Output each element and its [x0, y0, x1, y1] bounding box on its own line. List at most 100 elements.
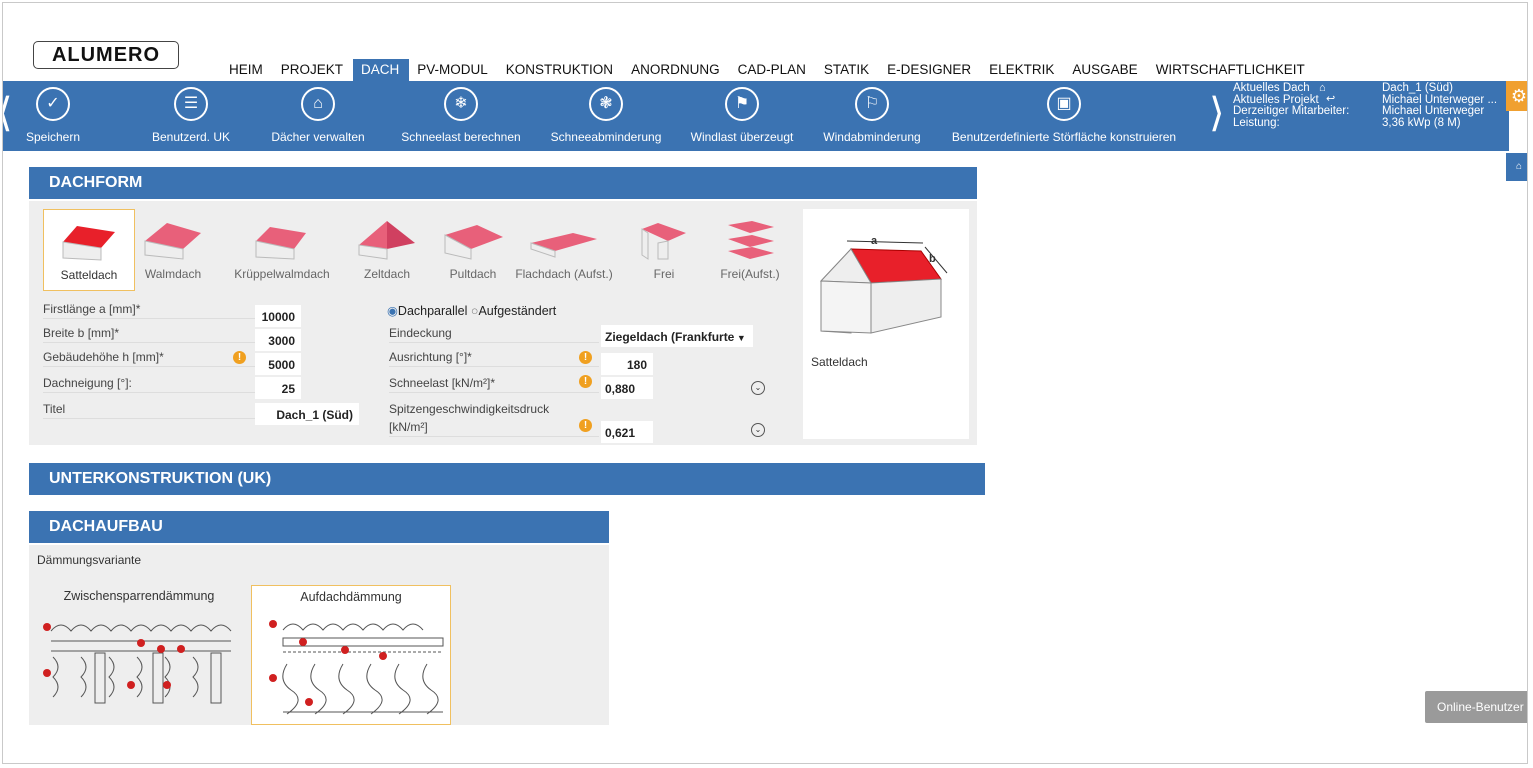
input-titel[interactable]: Dach_1 (Süd)	[255, 403, 359, 425]
label-schneelast: Schneelast [kN/m²]*	[389, 373, 599, 393]
check-icon: ✓	[36, 87, 70, 121]
nav-tab-ausgabe[interactable]: AUSGABE	[1064, 59, 1147, 81]
roof-type-kruppelwalmdach[interactable]: Krüppelwalmdach	[227, 209, 337, 291]
nav-tab-pv-modul[interactable]: PV-MODUL	[409, 59, 498, 81]
satteldach-preview-image	[819, 240, 948, 334]
dim-b-label: b	[929, 253, 936, 265]
toolbar-prev-chevron-icon[interactable]: ⟨	[3, 93, 13, 133]
satteldach-icon	[62, 226, 115, 261]
flachdach-icon	[530, 233, 597, 258]
roof-type-frei-aufst[interactable]: Frei(Aufst.)	[707, 209, 793, 291]
snow-reduction-button[interactable]: ❃ Schneeabminderung	[543, 87, 669, 144]
daemmung-subtitle: Dämmungsvariante	[37, 553, 142, 567]
info-icon[interactable]: !	[579, 419, 592, 432]
settings-gear-icon[interactable]: ⚙	[1506, 81, 1527, 111]
info-icon[interactable]: !	[579, 351, 592, 364]
nav-tab-statik[interactable]: STATIK	[816, 59, 879, 81]
wind-reduction-button[interactable]: ⚐ Windabminderung	[815, 87, 929, 144]
info-label-roof: Aktuelles Dach	[1233, 82, 1310, 94]
nav-tab-elektrik[interactable]: ELEKTRIK	[981, 59, 1064, 81]
info-value-roof: Dach_1 (Süd)	[1382, 82, 1453, 94]
roof-switch-icon[interactable]: ⌂	[1319, 82, 1326, 95]
zeltdach-icon	[358, 221, 415, 260]
dim-a-label: a	[871, 235, 878, 247]
nav-tab-dach[interactable]: DACH	[353, 59, 410, 81]
dachform-panel: Satteldach Walmdach Krüppelwalmdach Zelt…	[29, 201, 977, 445]
wind-load-button[interactable]: ⚑ Windlast überzeugt	[683, 87, 801, 144]
nav-tab-wirtschaftlichkeit[interactable]: WIRTSCHAFTLICHKEIT	[1148, 59, 1315, 81]
square-icon: ▣	[1047, 87, 1081, 121]
label-eindeckung: Eindeckung	[389, 323, 599, 343]
save-button[interactable]: ✓ Speichern	[21, 87, 85, 144]
roof-type-zeltdach[interactable]: Zeltdach	[341, 209, 433, 291]
variant-aufdach[interactable]: Aufdachdämmung	[251, 585, 451, 725]
label-ausrichtung: Ausrichtung [°]*	[389, 347, 599, 367]
side-roof-icon[interactable]: ⌂	[1506, 153, 1527, 181]
dachaufbau-panel: Dämmungsvariante Zwischensparrendämmung …	[29, 545, 609, 725]
input-spitzendruck[interactable]: 0,621	[601, 421, 653, 443]
custom-obstacle-button[interactable]: ▣ Benutzerdefinierte Störfläche konstrui…	[941, 87, 1187, 144]
aufdach-diagram	[269, 620, 444, 715]
pultdach-icon	[444, 225, 503, 260]
mount-radio-group: ◉Dachparallel ○Aufgeständert	[387, 304, 557, 318]
input-ausrichtung[interactable]: 180	[601, 353, 653, 375]
roof-preview-label: Satteldach	[811, 355, 868, 369]
label-spitzendruck-unit: [kN/m²]	[389, 417, 599, 437]
info-icon[interactable]: !	[579, 375, 592, 388]
label-dachneigung: Dachneigung [°]:	[43, 373, 283, 393]
windsock-icon: ⚑	[725, 87, 759, 121]
kruppelwalmdach-icon	[255, 227, 306, 260]
nav-tab-projekt[interactable]: PROJEKT	[273, 59, 353, 81]
info-value-employee: Michael Unterweger	[1382, 105, 1485, 117]
action-toolbar: ⟨ ✓ Speichern ☰ Benutzerd. UK ⌂ Dächer v…	[3, 81, 1509, 151]
info-value-power: 3,36 kWp (8 M)	[1382, 116, 1461, 129]
main-nav: HEIM PROJEKT DACH PV-MODUL KONSTRUKTION …	[221, 59, 1315, 81]
expand-chevron-icon[interactable]: ⌄	[751, 423, 765, 437]
radio-dachparallel[interactable]: ◉	[387, 304, 398, 318]
roof-type-walmdach[interactable]: Walmdach	[127, 209, 219, 291]
project-switch-icon[interactable]: ↩	[1326, 93, 1335, 106]
input-dachneigung[interactable]: 25	[255, 377, 301, 399]
frei-aufst-icon	[728, 221, 774, 259]
nav-tab-konstruktion[interactable]: KONSTRUKTION	[498, 59, 623, 81]
info-icon[interactable]: !	[233, 351, 246, 364]
walmdach-icon	[144, 223, 201, 260]
roof-type-satteldach[interactable]: Satteldach	[43, 209, 135, 291]
roof-type-flachdach[interactable]: Flachdach (Aufst.)	[509, 209, 619, 291]
nav-tab-e-designer[interactable]: E-DESIGNER	[879, 59, 981, 81]
chevron-down-icon: ▼	[734, 333, 746, 343]
label-spitzendruck: Spitzengeschwindigkeitsdruck	[389, 402, 550, 416]
zwischensparren-diagram	[43, 623, 232, 704]
snowflake-icon: ❄	[444, 87, 478, 121]
calc-snow-load-button[interactable]: ❄ Schneelast berechnen	[395, 87, 527, 144]
snow-gear-icon: ❃	[589, 87, 623, 121]
roof-type-frei[interactable]: Frei	[621, 209, 707, 291]
manage-roofs-button[interactable]: ⌂ Dächer verwalten	[265, 87, 371, 144]
label-gebaeudehoehe: Gebäudehöhe h [mm]*	[43, 347, 283, 367]
info-label-power: Leistung:	[1233, 116, 1280, 129]
wind-flag-icon: ⚐	[855, 87, 889, 121]
uk-header[interactable]: UNTERKONSTRUKTION (UK)	[29, 463, 985, 495]
input-gebaeudehoehe[interactable]: 5000	[255, 353, 301, 375]
select-eindeckung[interactable]: Ziegeldach (Frankfurte ▼	[601, 325, 753, 347]
dachaufbau-header[interactable]: DACHAUFBAU	[29, 511, 609, 543]
toolbar-next-chevron-icon[interactable]: ⟩	[1209, 93, 1225, 133]
dachform-header[interactable]: DACHFORM	[29, 167, 977, 199]
label-titel: Titel	[43, 399, 283, 419]
info-label-employee: Derzeitiger Mitarbeiter:	[1233, 105, 1350, 117]
roof-type-pultdach[interactable]: Pultdach	[427, 209, 519, 291]
frei-icon	[641, 223, 686, 260]
app-frame: ALUMERO HEIM PROJEKT DACH PV-MODUL KONST…	[2, 2, 1528, 764]
nav-tab-cad-plan[interactable]: CAD-PLAN	[730, 59, 816, 81]
nav-tab-heim[interactable]: HEIM	[221, 59, 273, 81]
variant-zwischensparren[interactable]: Zwischensparrendämmung	[39, 585, 239, 725]
online-users-button[interactable]: Online-Benutzer	[1425, 691, 1527, 723]
custom-uk-button[interactable]: ☰ Benutzerd. UK	[141, 87, 241, 144]
label-firstlaenge: Firstlänge a [mm]*	[43, 299, 283, 319]
nav-tab-anordnung[interactable]: ANORDNUNG	[623, 59, 730, 81]
expand-chevron-icon[interactable]: ⌄	[751, 381, 765, 395]
list-icon: ☰	[174, 87, 208, 121]
alumero-logo[interactable]: ALUMERO	[33, 41, 179, 69]
label-breite: Breite b [mm]*	[43, 323, 283, 343]
input-schneelast[interactable]: 0,880	[601, 377, 653, 399]
